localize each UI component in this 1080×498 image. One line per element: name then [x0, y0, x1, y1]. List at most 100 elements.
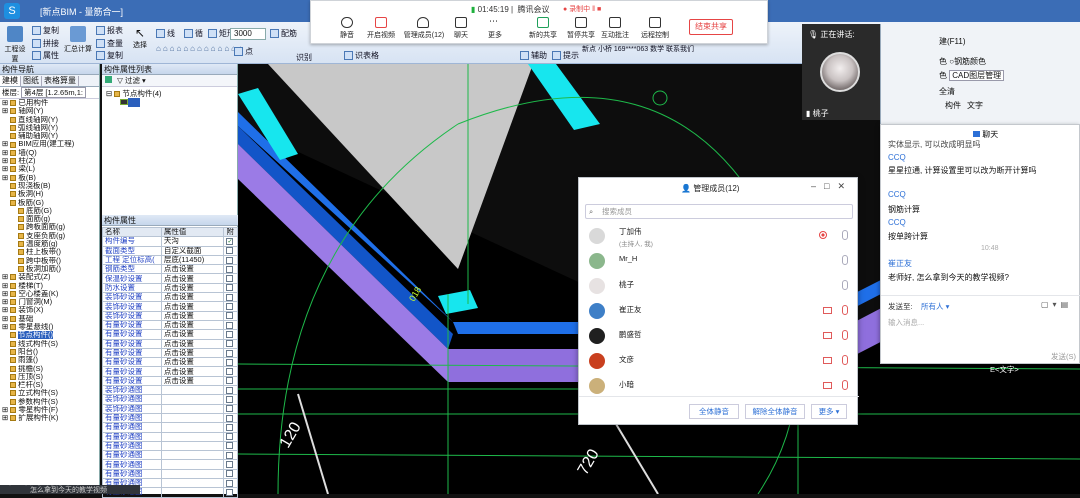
project-settings-button[interactable]: 工程设置: [2, 24, 28, 63]
property-row[interactable]: 装饰砂设置 点击设置: [102, 292, 238, 303]
expand-icon[interactable]: ⊞: [2, 298, 10, 306]
attach-checkbox-cell[interactable]: [223, 357, 238, 368]
attach-checkbox-cell[interactable]: [223, 338, 238, 349]
tree-item[interactable]: 节点构件(): [0, 331, 99, 340]
chat-input[interactable]: 输入消息...: [888, 317, 924, 328]
property-row[interactable]: 构件编号 天沟 ✓: [102, 236, 238, 247]
checkbox[interactable]: [226, 256, 234, 264]
property-value[interactable]: [160, 459, 225, 470]
checkbox[interactable]: [226, 451, 234, 459]
mic-icon[interactable]: [842, 230, 848, 240]
expand-icon[interactable]: ⊞: [2, 315, 10, 323]
splice-button[interactable]: 拼接: [32, 38, 59, 49]
member-row[interactable]: 丁加伟 (主持人, 我): [587, 226, 849, 248]
point-button[interactable]: 点: [234, 46, 253, 57]
member-row[interactable]: 崔正友: [587, 301, 849, 321]
tree-root-node[interactable]: ⊟ 节点构件(4): [106, 89, 233, 98]
attach-checkbox-cell[interactable]: [223, 431, 238, 442]
microphone-icon[interactable]: [341, 17, 353, 28]
attach-checkbox-cell[interactable]: [223, 273, 238, 284]
checkbox[interactable]: [226, 358, 234, 366]
property-row[interactable]: 防水设置 点击设置: [102, 282, 238, 294]
checkbox[interactable]: [226, 303, 234, 311]
checkbox[interactable]: [226, 340, 234, 348]
property-value[interactable]: [160, 422, 225, 433]
property-row[interactable]: 有量砂通图: [102, 440, 238, 452]
tree-item[interactable]: 参数构件(S): [0, 398, 99, 406]
floor-select[interactable]: 第4层 [1.2.65m,1:: [21, 87, 86, 98]
checkbox[interactable]: ✓: [226, 237, 234, 245]
checkbox[interactable]: [226, 470, 234, 478]
member-row[interactable]: 桃子: [587, 276, 849, 296]
property-row[interactable]: 装饰砂设置 点击设置: [102, 310, 238, 321]
tree-item[interactable]: ⊞ 扩展构件(K): [0, 414, 99, 422]
expand-icon[interactable]: ⊞: [2, 149, 10, 157]
tree-item[interactable]: 辅助轴网(Y): [0, 132, 99, 140]
end-share-button[interactable]: 结束共享: [689, 19, 733, 35]
property-row[interactable]: 装饰砂通图: [102, 385, 238, 396]
attach-checkbox-cell[interactable]: [223, 403, 238, 414]
property-row[interactable]: 有量砂通图: [102, 412, 238, 424]
remote-control-icon[interactable]: [649, 17, 661, 28]
copy-button[interactable]: 复制: [32, 25, 59, 36]
attach-checkbox-cell[interactable]: [223, 347, 238, 359]
tree-item[interactable]: ⊞ 板(B): [0, 174, 99, 182]
property-row[interactable]: 有量砂通图: [102, 431, 238, 442]
zoom-select[interactable]: 3000: [230, 28, 266, 40]
attach-checkbox-cell[interactable]: [223, 254, 238, 266]
send-to-select[interactable]: 所有人 ▾: [921, 301, 949, 312]
property-value[interactable]: [160, 487, 225, 498]
property-row[interactable]: 有量砂设置 点击设置: [102, 366, 238, 377]
identify-button[interactable]: 识别: [296, 52, 312, 63]
new-component-icon[interactable]: [105, 76, 112, 83]
attach-checkbox-cell[interactable]: [223, 477, 238, 489]
property-value[interactable]: [160, 468, 225, 480]
attach-checkbox-cell[interactable]: [223, 301, 238, 312]
rebar-config-button[interactable]: 配筋: [270, 28, 297, 39]
attach-checkbox-cell[interactable]: [223, 292, 238, 303]
property-value[interactable]: 点击设置: [160, 282, 225, 294]
check-quantity-button[interactable]: 查量: [96, 38, 123, 49]
attach-checkbox-cell[interactable]: [223, 264, 238, 275]
property-row[interactable]: 工程 定位标高(层底(11450): [102, 254, 238, 266]
tree-item[interactable]: 现浇板(B): [0, 182, 99, 190]
tree-item[interactable]: ⊞ 基础: [0, 315, 99, 323]
checkbox[interactable]: [226, 265, 234, 273]
checkbox[interactable]: [226, 479, 234, 487]
expand-icon[interactable]: ⊞: [2, 273, 10, 281]
property-value[interactable]: [160, 431, 225, 442]
camera-off-icon[interactable]: [823, 307, 832, 314]
attach-checkbox-cell[interactable]: [223, 375, 238, 387]
recording-indicator[interactable]: ● 录制中 ‖ ■: [563, 4, 601, 14]
identify-table-button[interactable]: 识表格: [344, 50, 379, 61]
tree-item[interactable]: 立式构件(S): [0, 389, 99, 397]
chat-button[interactable]: 聊天: [443, 30, 479, 40]
property-row[interactable]: 截面类型 自定义截面: [102, 245, 238, 256]
attach-checkbox-cell[interactable]: [223, 440, 238, 452]
members-icon[interactable]: [417, 17, 429, 28]
annotate-icon[interactable]: [609, 17, 621, 28]
tree-item[interactable]: 面筋(g): [0, 215, 99, 223]
property-value[interactable]: 层底(11450): [160, 254, 225, 266]
chat-tools-icons[interactable]: ▢▾▤: [1041, 300, 1072, 309]
property-value[interactable]: 点击设置: [160, 301, 225, 312]
attach-checkbox-cell[interactable]: [223, 487, 238, 498]
tree-item[interactable]: 压顶(S): [0, 373, 99, 381]
checkbox[interactable]: [226, 275, 234, 283]
attach-checkbox-cell[interactable]: [223, 468, 238, 480]
attach-checkbox-cell[interactable]: [223, 329, 238, 340]
attach-checkbox-cell[interactable]: [223, 282, 238, 294]
tree-item[interactable]: 板洞加筋(): [0, 265, 99, 273]
property-value[interactable]: [160, 403, 225, 414]
property-row[interactable]: 装饰砂通图: [102, 403, 238, 414]
mic-muted-icon[interactable]: [842, 330, 848, 340]
property-value[interactable]: 点击设置: [160, 264, 225, 275]
tree-item[interactable]: ⊞ 已用构件: [0, 99, 99, 107]
checkbox[interactable]: [226, 433, 234, 441]
hint-button[interactable]: 提示: [552, 50, 579, 61]
tree-child-node[interactable]: [106, 98, 233, 108]
summary-calc-button[interactable]: 汇总计算: [62, 24, 94, 60]
checkbox[interactable]: [226, 461, 234, 469]
more-members-button[interactable]: 更多 ▾: [811, 404, 847, 419]
pause-share-button[interactable]: 暂停共享: [563, 30, 599, 40]
